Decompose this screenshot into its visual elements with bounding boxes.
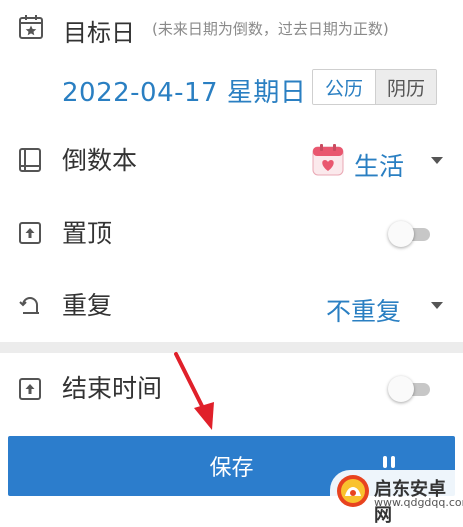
repeat-value: 不重复 (326, 297, 402, 326)
pin-top-icon (18, 221, 42, 245)
target-date-label: 目标日 (63, 19, 135, 47)
calendar-type-toggle[interactable]: 公历 阴历 (312, 69, 437, 105)
watermark: 启东安卓网 www.qdgdqq.com (330, 470, 463, 526)
calendar-star-icon (18, 14, 44, 40)
notebook-icon (18, 147, 42, 173)
pin-top-label: 置顶 (62, 219, 113, 248)
target-date-hint: (未来日期为倒数，过去日期为正数) (152, 20, 389, 38)
red-arrow-annotation-icon (170, 350, 222, 432)
heart-calendar-icon (312, 144, 344, 176)
repeat-selector[interactable]: 不重复 (326, 288, 447, 326)
lunar-calendar-option[interactable]: 阴历 (376, 70, 436, 104)
weekday-text: 星期日 (226, 78, 307, 108)
chevron-down-icon (431, 157, 443, 164)
button-glyph (383, 456, 397, 468)
section-divider (0, 342, 463, 353)
watermark-logo-icon (336, 474, 370, 508)
solar-calendar-option[interactable]: 公历 (313, 70, 376, 104)
date-value[interactable]: 2022-04-17 星期日 (62, 72, 306, 109)
end-time-label: 结束时间 (62, 374, 163, 403)
repeat-label: 重复 (62, 291, 113, 320)
watermark-url: www.qdgdqq.com (374, 496, 463, 509)
chevron-down-icon (431, 302, 443, 309)
save-button-label: 保存 (209, 456, 254, 481)
end-time-icon (18, 377, 42, 401)
countdown-book-value: 生活 (354, 152, 405, 181)
countdown-book-label: 倒数本 (62, 146, 138, 175)
repeat-icon (18, 294, 42, 318)
end-time-switch[interactable] (388, 376, 430, 402)
pin-top-switch[interactable] (388, 221, 430, 247)
date-text: 2022-04-17 (62, 78, 219, 108)
countdown-book-selector[interactable]: 生活 (312, 143, 447, 181)
